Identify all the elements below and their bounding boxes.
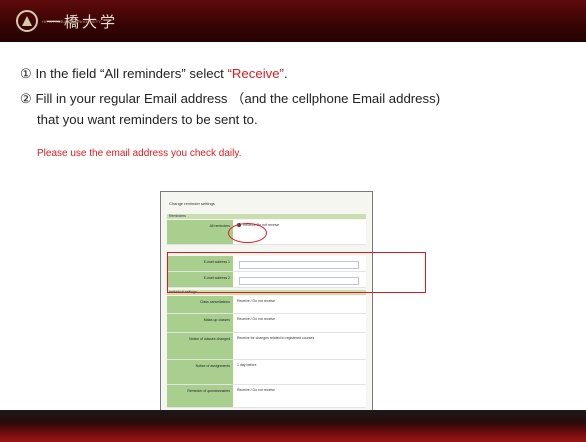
logo-subtitle: HITOTSUBASHI UNIVERSITY: [42, 19, 102, 24]
row-label-text: Reminder of questionnaires: [187, 389, 230, 393]
email-note: Please use the email address you check d…: [37, 148, 242, 159]
step-1-prefix: ① In the field “All reminders” select: [20, 66, 228, 81]
row-label: Notice of assignments: [167, 360, 233, 384]
row-label: Reminder of questionnaires: [167, 385, 233, 407]
embedded-screenshot: Change reminder settings Reminders All r…: [160, 191, 373, 412]
university-emblem-icon: [16, 10, 38, 32]
table-row: Notice of classes changed Receive for ch…: [167, 333, 366, 360]
row-label-text: Notice of assignments: [195, 364, 230, 368]
row-value[interactable]: Receive / Do not receive: [237, 299, 275, 303]
row-value[interactable]: Receive / Do not receive: [237, 388, 275, 392]
row-value[interactable]: Receive for changes related to registere…: [237, 336, 314, 340]
section-1-label: Reminders: [169, 214, 186, 218]
row-value[interactable]: Receive / Do not receive: [237, 317, 275, 321]
screenshot-section-1: Reminders: [167, 214, 366, 219]
table-row: Reminder of questionnaires Receive / Do …: [167, 385, 366, 408]
table-row: Class cancellations Receive / Do not rec…: [167, 296, 366, 314]
header-bar: 一橋大学 HITOTSUBASHI UNIVERSITY: [0, 0, 586, 42]
footer-bar: [0, 410, 586, 442]
receive-highlight-circle: [228, 223, 267, 243]
row-value[interactable]: 1 day before: [237, 363, 256, 367]
step-1-suffix: .: [283, 66, 288, 81]
step-1-text: ① In the field “All reminders” select “R…: [20, 66, 288, 82]
row-label-text: Notice of classes changed: [189, 337, 230, 341]
row-label-text: Class cancellations: [200, 300, 230, 304]
step-1-highlight: “Receive”: [227, 66, 284, 81]
row-label-text: Make-up classes: [203, 318, 230, 322]
step-2-line-1: ② Fill in your regular Email address （an…: [20, 91, 441, 106]
screenshot-title: Change reminder settings: [169, 201, 215, 206]
row-label: Notice of classes changed: [167, 333, 233, 359]
row-label: Class cancellations: [167, 296, 233, 313]
step-2-line-2: that you want reminders to be sent to.: [37, 112, 258, 127]
row-label: Make-up classes: [167, 314, 233, 332]
row-all-reminders-label: All reminders: [167, 220, 233, 244]
all-reminders-label-text: All reminders: [209, 224, 230, 228]
email-highlight-box: [167, 252, 426, 293]
table-row: Make-up classes Receive / Do not receive: [167, 314, 366, 333]
table-row: Notice of assignments 1 day before: [167, 360, 366, 385]
